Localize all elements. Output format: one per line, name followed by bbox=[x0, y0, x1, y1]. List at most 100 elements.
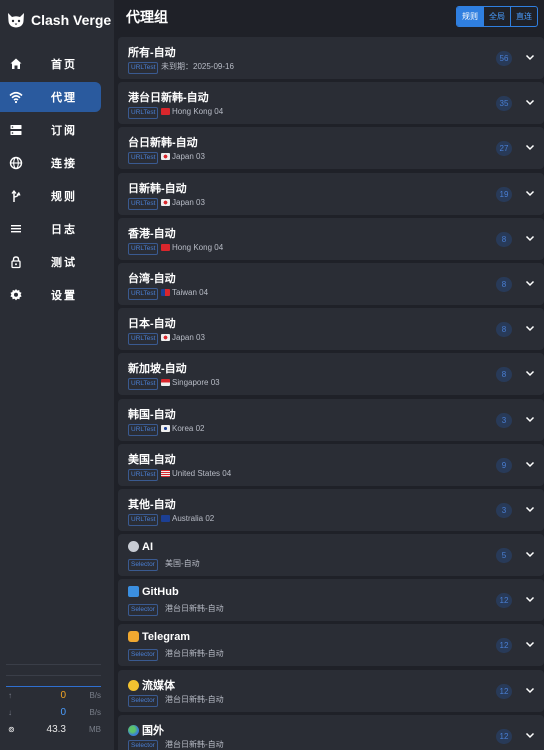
japan-flag-icon bbox=[161, 153, 170, 161]
group-node-count: 8 bbox=[496, 367, 512, 383]
chevron-down-icon[interactable] bbox=[523, 547, 537, 561]
chevron-down-icon[interactable] bbox=[523, 321, 537, 335]
sidebar-item-proxy[interactable]: 代理 bbox=[0, 82, 101, 112]
proxy-group-item[interactable]: 台日新韩-自动 URLTest Japan 03 27 bbox=[118, 127, 544, 170]
proxy-group-item[interactable]: GitHub Selector 港台日新韩-自动 12 bbox=[118, 579, 544, 622]
proxy-group-item[interactable]: 流媒体 Selector 港台日新韩-自动 12 bbox=[118, 669, 544, 712]
japan-flag-icon bbox=[161, 334, 170, 342]
group-name: 其他-自动 bbox=[128, 498, 176, 511]
upload-value: 0 bbox=[60, 690, 66, 701]
proxy-group-item[interactable]: 香港-自动 URLTest Hong Kong 04 8 bbox=[118, 217, 544, 260]
current-node-name: Australia 02 bbox=[172, 513, 215, 523]
chevron-down-icon[interactable] bbox=[523, 728, 537, 742]
group-current-node: Korea 02 bbox=[161, 424, 204, 434]
group-name: 国外 bbox=[128, 722, 164, 738]
group-name: 台湾-自动 bbox=[128, 272, 176, 285]
group-node-count: 5 bbox=[496, 548, 512, 564]
upload-arrow-icon: ↑ bbox=[8, 691, 12, 700]
proxy-group-item[interactable]: 台湾-自动 URLTest Taiwan 04 8 bbox=[118, 262, 544, 305]
chevron-down-icon[interactable] bbox=[523, 592, 537, 606]
group-current-node: Hong Kong 04 bbox=[161, 243, 223, 253]
japan-flag-icon bbox=[161, 198, 170, 206]
sidebar-item-settings[interactable]: 设置 bbox=[0, 280, 108, 310]
proxy-group-item[interactable]: 日本-自动 URLTest Japan 03 8 bbox=[118, 308, 544, 351]
group-type-badge: URLTest bbox=[128, 107, 159, 120]
proxy-group-item[interactable]: Telegram Selector 港台日新韩-自动 12 bbox=[118, 624, 544, 667]
alien-icon bbox=[128, 541, 139, 553]
group-current-node: Japan 03 bbox=[161, 152, 205, 162]
chevron-down-icon[interactable] bbox=[523, 231, 537, 245]
group-type-badge: URLTest bbox=[128, 242, 159, 255]
group-name: 日本-自动 bbox=[128, 318, 176, 331]
chevron-down-icon[interactable] bbox=[523, 683, 537, 697]
proxy-group-item[interactable]: 所有-自动 URLTest 未到期：2025-09-16 56 bbox=[118, 37, 544, 79]
download-row: ↓ 0 B/s bbox=[6, 704, 101, 721]
proxy-group-item[interactable]: 港台日新韩-自动 URLTest Hong Kong 04 35 bbox=[118, 82, 544, 125]
group-node-count: 8 bbox=[496, 322, 512, 338]
memory-value: 43.3 bbox=[46, 724, 66, 735]
group-name: 韩国-自动 bbox=[128, 408, 176, 421]
mode-rule-button[interactable]: 规则 bbox=[457, 7, 483, 26]
proxy-group-item[interactable]: AI Selector 美国-自动 5 bbox=[118, 534, 544, 577]
traffic-panel: ↑ 0 B/s ↓ 0 B/s ⊚ 43.3 MB bbox=[6, 664, 101, 738]
current-node-name: Hong Kong 04 bbox=[172, 242, 224, 252]
sidebar-item-subscription[interactable]: 订阅 bbox=[0, 115, 108, 145]
chevron-down-icon[interactable] bbox=[523, 366, 537, 380]
group-type-badge: URLTest bbox=[128, 468, 159, 481]
chevron-down-icon[interactable] bbox=[523, 412, 537, 426]
group-current-node: 港台日新韩-自动 bbox=[165, 739, 224, 749]
australia-flag-icon bbox=[161, 514, 170, 522]
sidebar-nav: 首页 代理 订阅 连接 规则 日志 测试 设置 bbox=[0, 46, 114, 313]
chevron-down-icon[interactable] bbox=[523, 50, 537, 64]
chevron-down-icon[interactable] bbox=[523, 637, 537, 651]
group-type-badge: URLTest bbox=[128, 513, 159, 526]
proxy-group-item[interactable]: 其他-自动 URLTest Australia 02 3 bbox=[118, 488, 544, 531]
chevron-down-icon[interactable] bbox=[523, 502, 537, 516]
sidebar-item-test[interactable]: 测试 bbox=[0, 247, 108, 277]
group-current-node: Japan 03 bbox=[161, 333, 205, 343]
home-icon bbox=[10, 58, 22, 69]
current-node-name: Taiwan 04 bbox=[172, 287, 209, 297]
upload-unit: B/s bbox=[89, 691, 101, 700]
mode-direct-button[interactable]: 直连 bbox=[510, 7, 537, 26]
group-name: 美国-自动 bbox=[128, 453, 176, 466]
chevron-down-icon[interactable] bbox=[523, 95, 537, 109]
cat-logo-icon bbox=[8, 13, 24, 28]
group-name-text: 国外 bbox=[142, 724, 164, 737]
chevron-down-icon[interactable] bbox=[523, 276, 537, 290]
chevron-down-icon[interactable] bbox=[523, 457, 537, 471]
current-node-name: Japan 03 bbox=[172, 333, 205, 343]
proxy-group-item[interactable]: 日新韩-自动 URLTest Japan 03 19 bbox=[118, 172, 544, 215]
group-node-count: 35 bbox=[496, 96, 512, 112]
sidebar-item-home[interactable]: 首页 bbox=[0, 49, 108, 79]
proxy-group-item[interactable]: 国外 Selector 港台日新韩-自动 12 bbox=[118, 714, 544, 750]
group-node-count: 12 bbox=[496, 638, 512, 654]
chevron-down-icon[interactable] bbox=[523, 186, 537, 200]
group-name: 新加坡-自动 bbox=[128, 363, 187, 376]
proxy-group-item[interactable]: 韩国-自动 URLTest Korea 02 3 bbox=[118, 398, 544, 441]
group-current-node: 港台日新韩-自动 bbox=[165, 649, 224, 659]
sidebar-item-label: 测试 bbox=[51, 257, 77, 269]
group-current-node: Taiwan 04 bbox=[161, 288, 208, 298]
telegram-icon bbox=[128, 631, 139, 643]
group-type-badge: Selector bbox=[128, 604, 158, 617]
group-type-badge: URLTest bbox=[128, 62, 159, 74]
hongkong-flag-icon bbox=[161, 243, 170, 251]
sidebar-item-connections[interactable]: 连接 bbox=[0, 148, 108, 178]
sidebar-item-logs[interactable]: 日志 bbox=[0, 214, 108, 244]
group-node-count: 12 bbox=[496, 593, 512, 609]
group-type-badge: URLTest bbox=[128, 287, 159, 300]
globe-icon bbox=[9, 156, 23, 170]
proxy-group-item[interactable]: 美国-自动 URLTest United States 04 9 bbox=[118, 443, 544, 486]
group-current-node: Singapore 03 bbox=[161, 378, 220, 388]
sidebar-item-rules[interactable]: 规则 bbox=[0, 181, 108, 211]
app-logo: Clash Verge bbox=[0, 0, 114, 40]
group-type-badge: URLTest bbox=[128, 423, 159, 436]
proxy-group-item[interactable]: 新加坡-自动 URLTest Singapore 03 8 bbox=[118, 353, 544, 396]
memory-icon: ⊚ bbox=[8, 725, 15, 734]
sidebar-item-label: 设置 bbox=[51, 290, 77, 302]
group-type-badge: Selector bbox=[128, 559, 158, 572]
chevron-down-icon[interactable] bbox=[523, 140, 537, 154]
mode-global-button[interactable]: 全局 bbox=[483, 7, 510, 26]
group-current-node: 港台日新韩-自动 bbox=[165, 694, 224, 704]
